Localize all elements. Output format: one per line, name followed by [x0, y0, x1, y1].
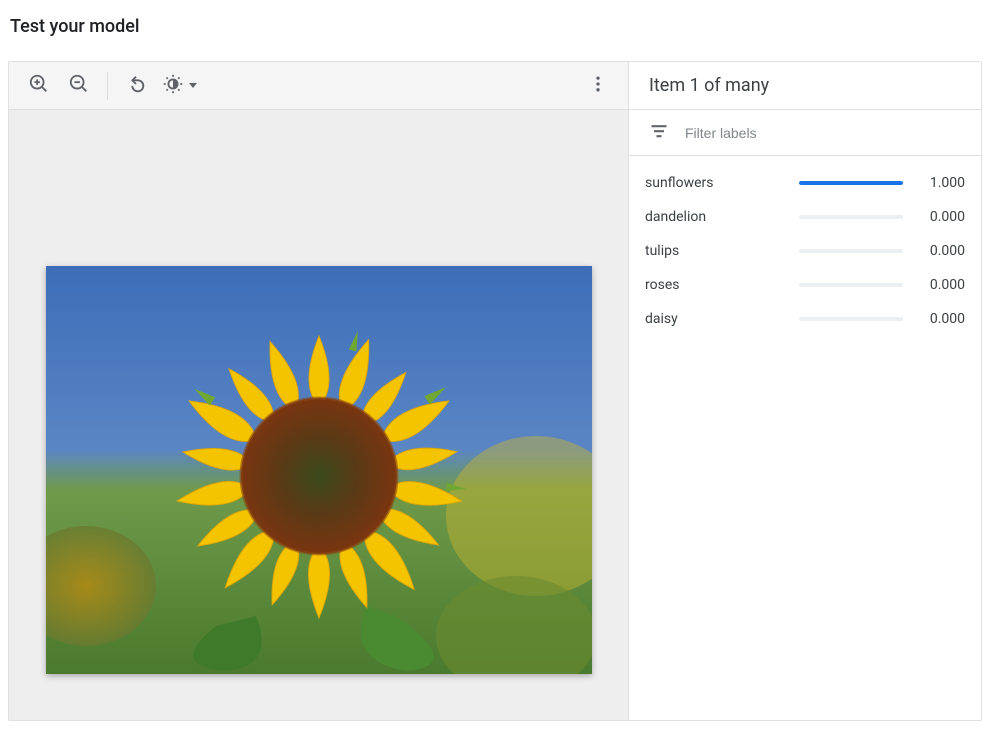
- results-header: Item 1 of many: [629, 62, 981, 110]
- page-title: Test your model: [0, 0, 990, 49]
- filter-row: [629, 110, 981, 156]
- predictions-list: sunflowers 1.000 dandelion 0.000 tulips 0.000…: [629, 156, 981, 336]
- zoom-in-icon: [28, 73, 50, 99]
- prediction-bar: [799, 317, 903, 321]
- test-card: Item 1 of many sunflowers 1.000 dandelion 0…: [8, 61, 982, 721]
- image-panel: [9, 62, 629, 720]
- prediction-row: sunflowers 1.000: [645, 166, 965, 200]
- prediction-bar: [799, 283, 903, 287]
- prediction-label: daisy: [645, 311, 785, 327]
- rotate-button[interactable]: [118, 68, 154, 104]
- prediction-score: 0.000: [917, 209, 965, 225]
- brightness-icon: [162, 73, 184, 99]
- prediction-score: 0.000: [917, 277, 965, 293]
- prediction-score: 1.000: [917, 175, 965, 191]
- filter-input[interactable]: [685, 125, 961, 141]
- more-vert-icon: [588, 74, 608, 98]
- results-panel: Item 1 of many sunflowers 1.000 dandelion 0…: [629, 62, 981, 720]
- prediction-bar: [799, 215, 903, 219]
- toolbar-divider: [107, 72, 108, 100]
- brightness-button[interactable]: [158, 73, 201, 99]
- image-viewport[interactable]: [9, 110, 628, 720]
- prediction-score: 0.000: [917, 311, 965, 327]
- chevron-down-icon: [189, 83, 197, 88]
- prediction-bar-fill: [799, 181, 903, 185]
- prediction-score: 0.000: [917, 243, 965, 259]
- rotate-icon: [125, 73, 147, 99]
- prediction-bar: [799, 249, 903, 253]
- prediction-row: roses 0.000: [645, 268, 965, 302]
- prediction-label: roses: [645, 277, 785, 293]
- overflow-menu-button[interactable]: [580, 68, 616, 104]
- prediction-row: tulips 0.000: [645, 234, 965, 268]
- prediction-row: daisy 0.000: [645, 302, 965, 336]
- image-toolbar: [9, 62, 628, 110]
- test-image: [46, 266, 592, 674]
- prediction-bar: [799, 181, 903, 185]
- filter-icon: [649, 121, 669, 145]
- prediction-label: sunflowers: [645, 175, 785, 191]
- zoom-out-button[interactable]: [61, 68, 97, 104]
- prediction-label: dandelion: [645, 209, 785, 225]
- zoom-out-icon: [68, 73, 90, 99]
- prediction-label: tulips: [645, 243, 785, 259]
- zoom-in-button[interactable]: [21, 68, 57, 104]
- prediction-row: dandelion 0.000: [645, 200, 965, 234]
